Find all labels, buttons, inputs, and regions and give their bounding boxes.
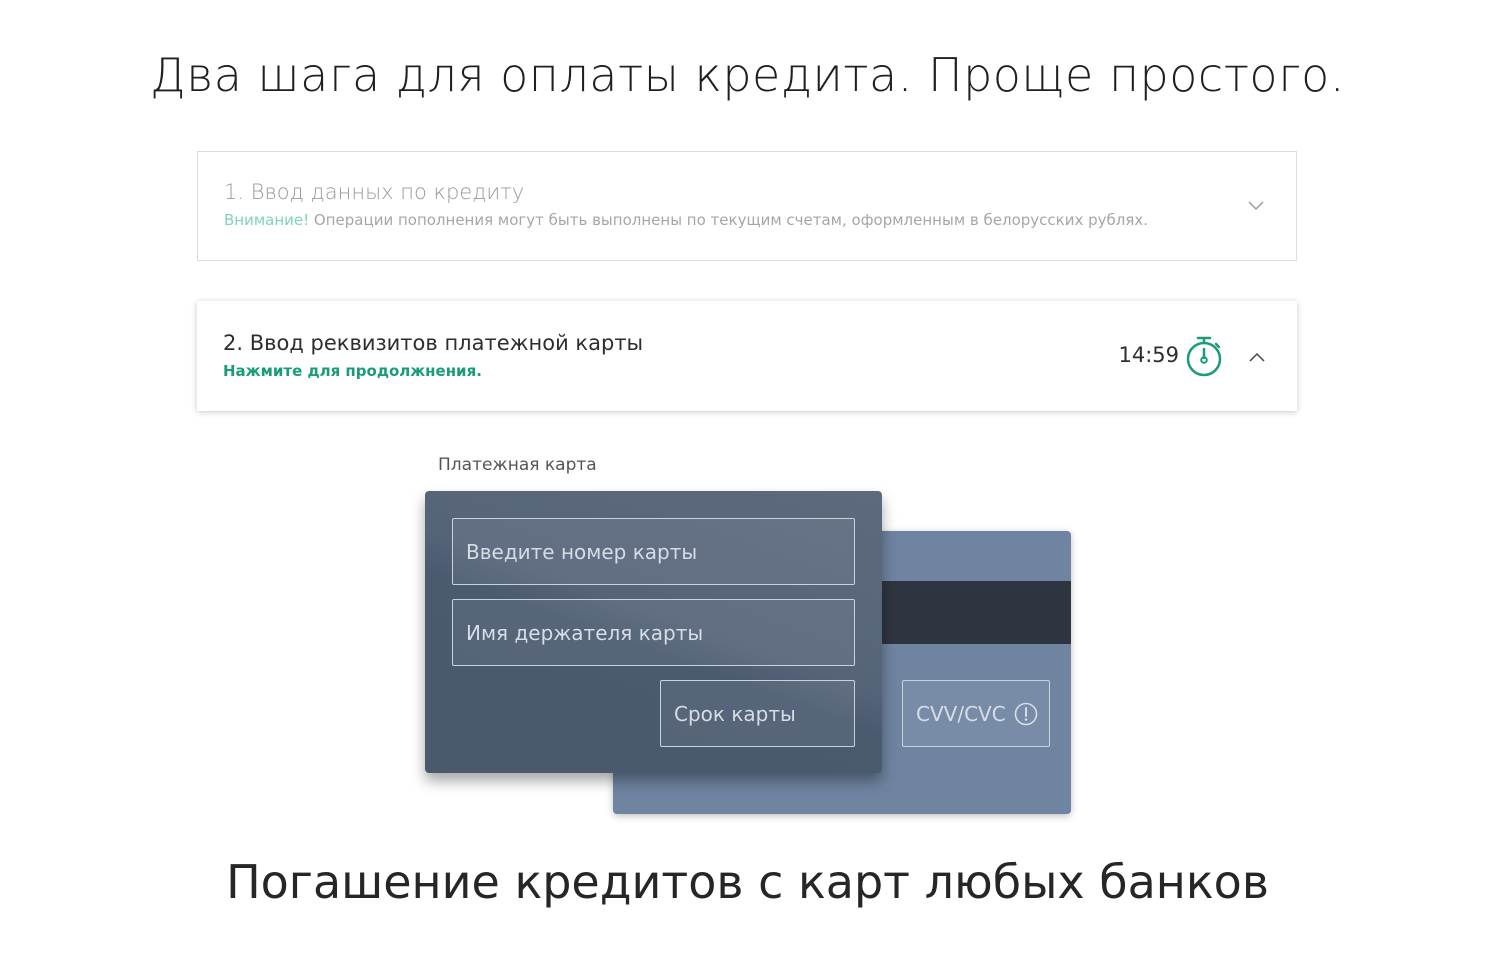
step-1-warning-label: Внимание!	[224, 211, 310, 229]
page-headline: Два шага для оплаты кредита. Проще прост…	[150, 48, 1345, 102]
chevron-up-icon[interactable]	[1247, 347, 1267, 367]
card-front: Введите номер карты Имя держателя карты …	[425, 491, 882, 773]
card-section-label: Платежная карта	[438, 455, 597, 475]
card-number-input[interactable]: Введите номер карты	[452, 518, 855, 585]
card-number-placeholder: Введите номер карты	[466, 539, 698, 564]
countdown-timer: 14:59	[1118, 343, 1179, 367]
info-icon[interactable]	[1014, 702, 1038, 726]
stopwatch-icon	[1185, 335, 1223, 377]
page-tagline: Погашение кредитов с карт любых банков	[226, 855, 1269, 909]
cvv-input[interactable]: CVV/CVC	[902, 680, 1050, 747]
step-1-note: Внимание! Операции пополнения могут быть…	[224, 211, 1148, 229]
card-expiry-placeholder: Срок карты	[674, 701, 796, 726]
step-1-panel[interactable]: 1. Ввод данных по кредиту Внимание! Опер…	[197, 151, 1297, 261]
step-1-note-text: Операции пополнения могут быть выполнены…	[309, 211, 1149, 229]
step-1-title: 1. Ввод данных по кредиту	[224, 180, 525, 204]
step-2-panel[interactable]: 2. Ввод реквизитов платежной карты Нажми…	[197, 301, 1297, 411]
cvv-placeholder: CVV/CVC	[916, 701, 1006, 726]
card-holder-input[interactable]: Имя держателя карты	[452, 599, 855, 666]
step-2-title: 2. Ввод реквизитов платежной карты	[223, 331, 644, 355]
card-holder-placeholder: Имя держателя карты	[466, 620, 704, 645]
card-expiry-input[interactable]: Срок карты	[660, 680, 855, 747]
step-2-hint[interactable]: Нажмите для продолжнения.	[223, 362, 482, 380]
chevron-down-icon[interactable]	[1246, 196, 1266, 216]
